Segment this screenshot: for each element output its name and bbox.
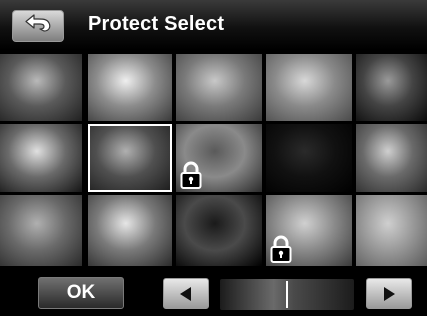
thumb-sunflower[interactable]: [0, 124, 82, 192]
lock-icon: [270, 235, 292, 263]
thumb-two-children[interactable]: [176, 54, 262, 121]
right-arrow-icon: [384, 286, 395, 301]
thumb-woman-portrait[interactable]: [88, 195, 172, 266]
thumb-toddler-portrait[interactable]: [266, 54, 352, 121]
camera-screen: Protect Select OK: [0, 0, 427, 316]
thumb-boy-playing[interactable]: [356, 124, 427, 192]
thumb-girl-jumping[interactable]: [88, 54, 172, 121]
next-page-button[interactable]: [366, 278, 412, 309]
thumb-friends-group[interactable]: [0, 54, 82, 121]
back-button[interactable]: [12, 10, 64, 42]
lock-icon: [180, 161, 202, 189]
thumb-toy-frog[interactable]: [356, 195, 427, 266]
previous-page-button[interactable]: [163, 278, 209, 309]
left-arrow-icon: [180, 286, 191, 301]
ok-button[interactable]: OK: [38, 277, 124, 309]
thumb-night-highway[interactable]: [176, 195, 262, 266]
page-title: Protect Select: [88, 13, 225, 35]
thumb-city-skyline[interactable]: [356, 54, 427, 121]
back-arrow-icon: [25, 14, 51, 32]
scroll-position-indicator[interactable]: [286, 281, 288, 308]
thumb-couple-portrait[interactable]: [266, 195, 352, 266]
thumb-beach-silhouette[interactable]: [176, 124, 262, 192]
thumb-night-harbor[interactable]: [266, 124, 352, 192]
bottom-toolbar: OK: [0, 268, 427, 316]
thumbnail-grid: [0, 54, 427, 266]
thumb-leaves[interactable]: [88, 124, 172, 192]
title-bar: Protect Select: [0, 0, 427, 50]
thumb-women-smiling[interactable]: [0, 195, 82, 266]
page-scrollbar[interactable]: [220, 279, 354, 310]
